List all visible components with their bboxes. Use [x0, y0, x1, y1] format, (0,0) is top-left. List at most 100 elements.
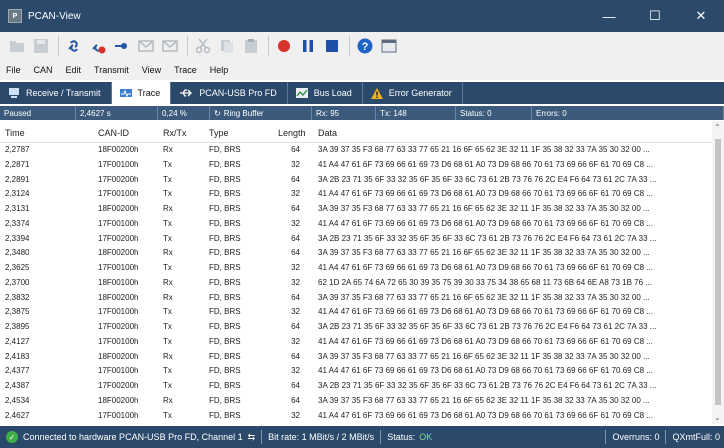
- table-row[interactable]: 2,4127 17F00100h Tx FD, BRS 32 41 A4 47 61 6F…: [0, 336, 712, 351]
- cell-data: 3A 39 37 35 F3 68 77 63 33 77 65 21 16 6…: [318, 248, 650, 258]
- table-row[interactable]: 2,2891 17F00200h Tx FD, BRS 64 3A 2B 23 71 35…: [0, 174, 712, 189]
- message-edit-icon[interactable]: [159, 35, 181, 57]
- bus-status-label: Status:: [387, 432, 416, 442]
- menu-trace[interactable]: Trace: [174, 65, 197, 75]
- connect-icon[interactable]: [63, 35, 85, 57]
- column-header-type[interactable]: Type: [209, 128, 229, 138]
- cell-can-id: 18F00200h: [98, 351, 139, 361]
- column-header-length[interactable]: Length: [278, 128, 306, 138]
- disconnect-icon[interactable]: [87, 35, 109, 57]
- title-bar: P PCAN-View — ☐ ✕: [0, 0, 724, 32]
- menu-can[interactable]: CAN: [34, 65, 53, 75]
- trace-icon: [119, 88, 132, 98]
- cell-can-id: 17F00100h: [98, 189, 139, 199]
- table-row[interactable]: 2,4534 18F00200h Rx FD, BRS 64 3A 39 37 35 F3…: [0, 395, 712, 410]
- cell-can-id: 18F00200h: [98, 292, 139, 302]
- table-row[interactable]: 2,2787 18F00200h Rx FD, BRS 64 3A 39 37 35 F3…: [0, 144, 712, 159]
- tab-trace[interactable]: Trace: [111, 82, 172, 104]
- table-row[interactable]: 2,4183 18F00200h Rx FD, BRS 64 3A 39 37 35 F3…: [0, 351, 712, 366]
- cell-time: 2,4183: [5, 351, 30, 361]
- table-row[interactable]: 2,4627 17F00100h Tx FD, BRS 32 41 A4 47 61 6F…: [0, 410, 712, 425]
- table-row[interactable]: 2,3832 18F00200h Rx FD, BRS 64 3A 39 37 35 F3…: [0, 292, 712, 307]
- table-row[interactable]: 2,3625 17F00100h Tx FD, BRS 32 41 A4 47 61 6F…: [0, 262, 712, 277]
- table-row[interactable]: 2,3700 18F00100h Rx FD, BRS 32 62 1D 2A 65 74…: [0, 277, 712, 292]
- scrollbar-thumb[interactable]: [715, 139, 721, 405]
- table-row[interactable]: 2,3394 17F00200h Tx FD, BRS 64 3A 2B 23 71 35…: [0, 233, 712, 248]
- cell-data: 41 A4 47 61 6F 73 69 66 61 69 73 D6 68 6…: [318, 263, 653, 272]
- table-row[interactable]: 2,3480 18F00200h Rx FD, BRS 64 3A 39 37 35 F3…: [0, 247, 712, 262]
- cell-time: 2,4627: [5, 410, 30, 420]
- cell-rx-tx: Rx: [163, 351, 173, 361]
- menu-view[interactable]: View: [142, 65, 161, 75]
- stop-icon[interactable]: [321, 35, 343, 57]
- open-folder-icon[interactable]: [6, 35, 28, 57]
- column-header-can-id[interactable]: CAN-ID: [98, 128, 129, 138]
- vertical-scrollbar[interactable]: ⌃ ⌄: [712, 121, 724, 424]
- cell-type: FD, BRS: [209, 263, 241, 272]
- window-title: PCAN-View: [28, 10, 81, 22]
- cell-rx-tx: Tx: [163, 233, 172, 243]
- status-bar: ✓ Connected to hardware PCAN-USB Pro FD,…: [0, 426, 724, 448]
- menu-file[interactable]: File: [6, 65, 21, 75]
- scroll-up-icon[interactable]: ⌃: [714, 123, 721, 132]
- table-row[interactable]: 2,3875 17F00100h Tx FD, BRS 32 41 A4 47 61 6F…: [0, 306, 712, 321]
- maximize-button[interactable]: ☐: [632, 0, 678, 32]
- tab-bus-load[interactable]: Bus Load: [288, 82, 363, 104]
- column-header-data[interactable]: Data: [318, 128, 337, 138]
- cell-length: 64: [291, 381, 300, 390]
- cell-length: 32: [291, 263, 300, 272]
- cell-length: 64: [291, 204, 300, 213]
- minimize-button[interactable]: —: [586, 0, 632, 32]
- tab-receive-transmit[interactable]: Receive / Transmit: [0, 82, 112, 104]
- cell-length: 64: [291, 322, 300, 331]
- cell-type: FD, BRS: [209, 351, 241, 361]
- cell-can-id: 17F00100h: [98, 218, 139, 228]
- cut-icon[interactable]: [192, 35, 214, 57]
- table-row[interactable]: 2,3131 18F00200h Rx FD, BRS 64 3A 39 37 35 F3…: [0, 203, 712, 218]
- table-row[interactable]: 2,3374 17F00100h Tx FD, BRS 32 41 A4 47 61 6F…: [0, 218, 712, 233]
- cell-type: FD, BRS: [209, 410, 241, 420]
- table-row[interactable]: 2,3895 17F00200h Tx FD, BRS 64 3A 2B 23 71 35…: [0, 321, 712, 336]
- cell-can-id: 17F00200h: [98, 174, 139, 184]
- save-icon[interactable]: [30, 35, 52, 57]
- tab-error-generator[interactable]: Error Generator: [363, 82, 463, 104]
- cell-can-id: 18F00100h: [98, 277, 139, 287]
- tab-pcan-usb-pro-fd[interactable]: PCAN-USB Pro FD: [171, 82, 288, 104]
- cell-time: 2,4387: [5, 381, 30, 390]
- tab-label: Error Generator: [388, 88, 452, 98]
- paste-icon[interactable]: [240, 35, 262, 57]
- table-row[interactable]: 2,4377 17F00100h Tx FD, BRS 32 41 A4 47 61 6F…: [0, 365, 712, 380]
- cell-time: 2,2871: [5, 159, 30, 169]
- cell-data: 3A 2B 23 71 35 6F 33 32 35 6F 35 6F 33 6…: [318, 174, 657, 184]
- menu-help[interactable]: Help: [210, 65, 229, 75]
- close-button[interactable]: ✕: [678, 0, 724, 32]
- table-row[interactable]: 2,4387 17F00200h Tx FD, BRS 64 3A 2B 23 71 35…: [0, 380, 712, 395]
- copy-icon[interactable]: [216, 35, 238, 57]
- menu-transmit[interactable]: Transmit: [94, 65, 129, 75]
- column-header-rx-tx[interactable]: Rx/Tx: [163, 128, 187, 138]
- pause-icon[interactable]: [297, 35, 319, 57]
- cell-rx-tx: Tx: [163, 307, 172, 317]
- trace-table[interactable]: Time CAN-ID Rx/Tx Type Length Data 2,278…: [0, 121, 712, 424]
- record-icon[interactable]: [273, 35, 295, 57]
- column-header-time[interactable]: Time: [5, 128, 25, 138]
- cell-length: 64: [291, 145, 300, 154]
- message-icon[interactable]: [135, 35, 157, 57]
- table-row[interactable]: 2,2871 17F00100h Tx FD, BRS 32 41 A4 47 61 6F…: [0, 159, 712, 174]
- reset-icon[interactable]: [111, 35, 133, 57]
- scroll-down-icon[interactable]: ⌄: [714, 413, 721, 422]
- menu-edit[interactable]: Edit: [66, 65, 82, 75]
- cell-can-id: 17F00100h: [98, 307, 139, 317]
- table-row[interactable]: 2,3124 17F00100h Tx FD, BRS 32 41 A4 47 61 6F…: [0, 188, 712, 203]
- info-window-icon[interactable]: [378, 35, 400, 57]
- cell-length: 32: [291, 410, 300, 420]
- help-icon[interactable]: ?: [354, 35, 376, 57]
- cell-can-id: 18F00200h: [98, 145, 139, 154]
- cell-rx-tx: Tx: [163, 218, 172, 228]
- cell-type: FD, BRS: [209, 248, 241, 258]
- tab-label: PCAN-USB Pro FD: [199, 88, 277, 98]
- cell-length: 32: [291, 218, 300, 228]
- rx-count: Rx: 95: [312, 106, 376, 120]
- cell-length: 64: [291, 174, 300, 184]
- cell-type: FD, BRS: [209, 395, 241, 405]
